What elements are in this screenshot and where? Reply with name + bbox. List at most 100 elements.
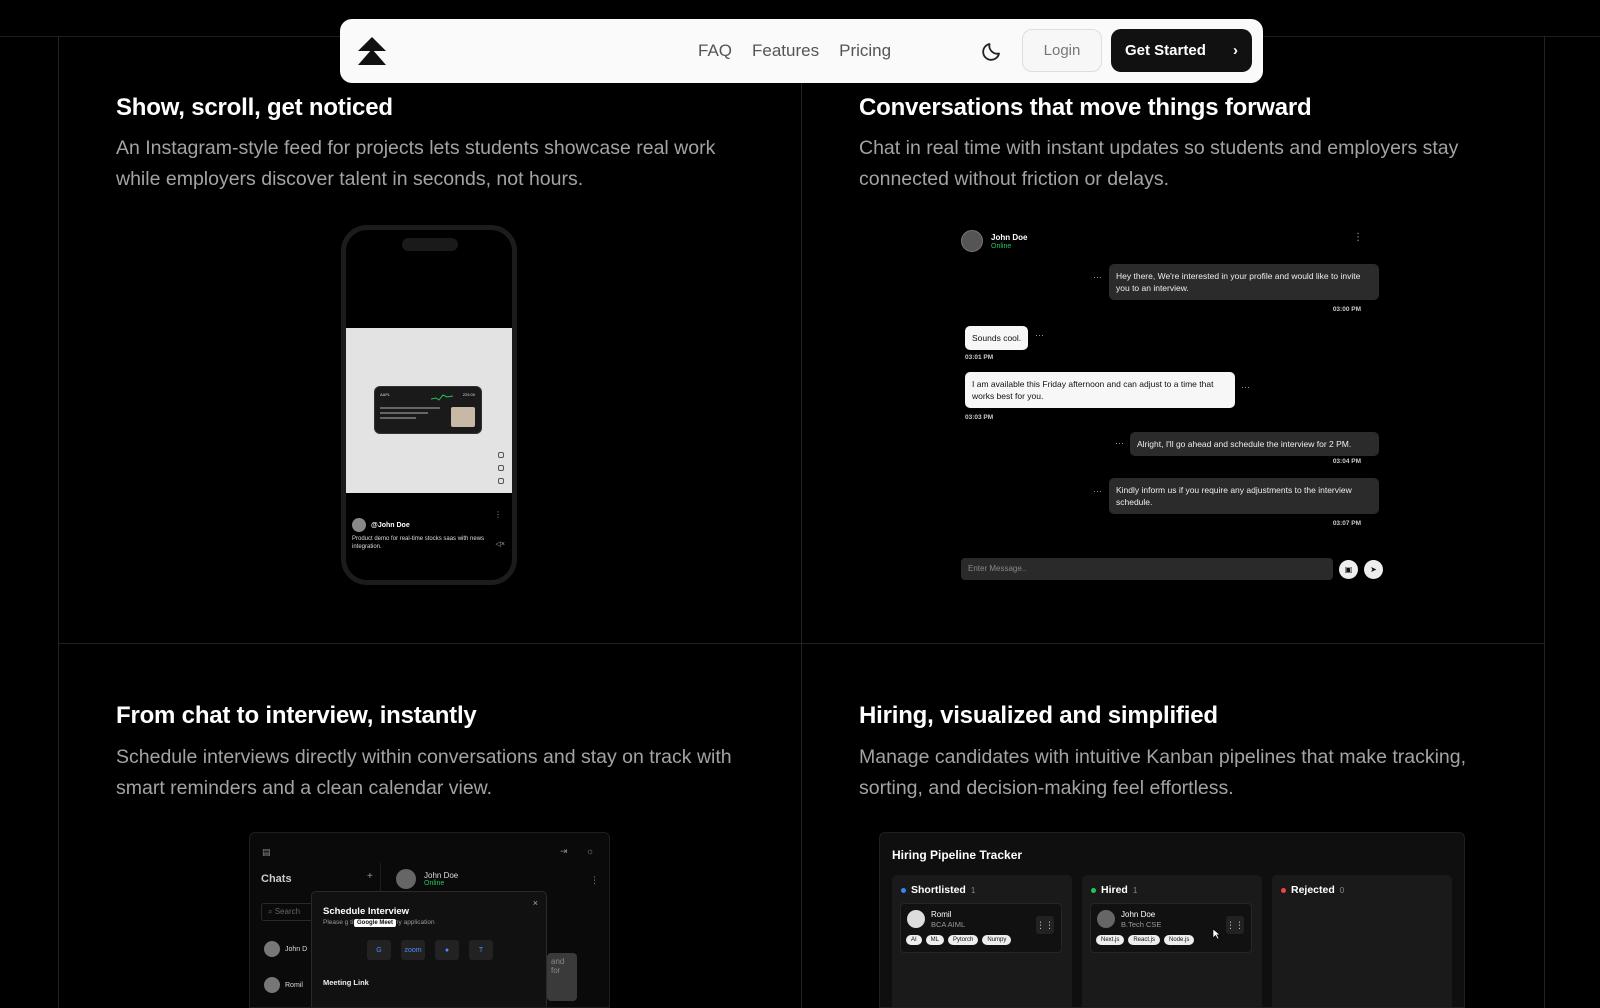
message-bubble: Sounds cool. — [965, 326, 1029, 350]
chats-heading: Chats — [261, 873, 292, 885]
chevron-right-icon: › — [1233, 42, 1238, 59]
chat-contact-name: John Doe — [991, 232, 1028, 242]
logo-icon[interactable] — [356, 35, 388, 67]
skill-tag: Node.js — [1164, 935, 1195, 945]
skill-tag: Next.js — [1096, 935, 1125, 945]
status-dot — [901, 887, 906, 893]
sparkline-icon — [431, 394, 453, 401]
status-dot — [1281, 887, 1286, 893]
avatar — [352, 518, 366, 532]
chat-contact-name: John Doe — [424, 871, 459, 880]
candidate-card[interactable]: John Doe B.Tech CSE ⋮⋮ Next.js React.js … — [1090, 903, 1252, 953]
mouse-pointer-icon — [1212, 928, 1221, 940]
get-started-button[interactable]: Get Started › — [1111, 29, 1252, 72]
search-placeholder: Search — [274, 907, 301, 916]
more-options-icon[interactable]: ⋮ — [494, 510, 502, 519]
kanban-column-rejected: Rejected 0 — [1272, 875, 1452, 1007]
send-icon[interactable]: ➤ — [1364, 560, 1383, 579]
message-options-icon[interactable]: ··· — [1093, 272, 1102, 282]
nav-link-pricing[interactable]: Pricing — [839, 41, 891, 61]
candidate-name: Romil — [931, 910, 952, 919]
drag-handle-icon[interactable]: ⋮⋮ — [1036, 916, 1054, 934]
skill-tag: React.js — [1128, 935, 1161, 945]
login-button[interactable]: Login — [1022, 29, 1102, 72]
card-text-lines — [380, 407, 440, 422]
column-header: Rejected 0 — [1281, 884, 1344, 896]
post-caption: Product demo for real-time stocks saas w… — [352, 536, 485, 550]
message-time: 03:00 PM — [1332, 306, 1361, 313]
candidate-degree: B.Tech CSE — [1121, 920, 1162, 929]
message-input[interactable]: Enter Message.. — [961, 558, 1333, 580]
chat-section-description: Chat in real time with instant updates s… — [859, 137, 1459, 190]
modal-title: Schedule Interview — [323, 906, 410, 917]
page: FAQ Features Pricing Login Get Started ›… — [0, 0, 1600, 1008]
chat-list-item[interactable]: Romil — [264, 977, 303, 993]
webex-icon[interactable]: ● — [435, 940, 459, 960]
more-options-icon[interactable]: ⋮ — [1353, 232, 1363, 243]
nav-link-features[interactable]: Features — [752, 41, 819, 61]
sidebar-toggle-icon[interactable]: ▤ — [262, 847, 271, 858]
candidate-name: John Doe — [1121, 910, 1156, 919]
message-bubble: and for — [547, 953, 577, 1001]
message-options-icon[interactable]: ··· — [1115, 438, 1124, 448]
chat-header: John Doe Online — [396, 869, 458, 889]
navbar: FAQ Features Pricing Login Get Started › — [340, 19, 1263, 83]
message-time: 03:04 PM — [1332, 458, 1361, 465]
feed-action-icons — [498, 452, 506, 491]
mute-icon[interactable]: ◁× — [496, 540, 505, 548]
skill-tags: AI ML Pytorch Numpy — [906, 935, 1015, 945]
column-count: 1 — [1132, 885, 1138, 895]
column-name: Shortlisted — [911, 884, 966, 896]
app-tooltip: Google Meet — [354, 919, 397, 927]
new-chat-icon[interactable]: + — [367, 871, 373, 882]
skill-tag: Numpy — [982, 935, 1012, 945]
avatar — [264, 977, 280, 993]
attach-icon[interactable]: ▣ — [1339, 560, 1358, 579]
message-options-icon[interactable]: ··· — [1035, 330, 1044, 340]
message-bubble: Hey there, We're interested in your prof… — [1109, 264, 1379, 300]
get-started-label: Get Started — [1125, 42, 1206, 59]
avatar — [1097, 910, 1115, 928]
column-header: Hired 1 — [1091, 884, 1137, 896]
chat-list-item[interactable]: John D — [264, 941, 307, 957]
google-meet-icon[interactable]: G — [367, 940, 391, 960]
feed-section-description: An Instagram-style feed for projects let… — [116, 137, 716, 190]
message-bubble: Alright, I'll go ahead and schedule the … — [1130, 432, 1379, 456]
avatar — [396, 869, 416, 889]
message-options-icon[interactable]: ··· — [1093, 486, 1102, 496]
grid-line-middle — [58, 643, 1544, 644]
more-options-icon[interactable]: ⋮ — [590, 875, 599, 886]
phone-mockup: AAPL 229.00 ⋮ @John Doe Product demo for… — [341, 225, 517, 585]
theme-toggle-moon-icon[interactable] — [980, 39, 1004, 63]
like-icon[interactable] — [498, 452, 504, 458]
logout-icon[interactable]: ⇥ — [560, 846, 568, 857]
chat-contact-status: Online — [991, 242, 1012, 250]
post-username: @John Doe — [371, 521, 410, 529]
sun-icon[interactable]: ☼ — [586, 846, 594, 856]
share-icon[interactable] — [498, 478, 504, 484]
comment-icon[interactable] — [498, 465, 504, 471]
close-icon[interactable]: × — [533, 898, 538, 908]
grid-line-center — [801, 36, 802, 1008]
zoom-icon[interactable]: zoom — [401, 940, 425, 960]
skill-tag: AI — [906, 935, 922, 945]
meeting-app-options: G zoom ● T — [367, 940, 503, 960]
message-time: 03:01 PM — [965, 354, 994, 361]
schedule-demo: ▤ ⇥ ☼ Chats + ⌕ Search John D Romil John… — [249, 832, 610, 1008]
chat-demo: John Doe Online ⋮ ··· Hey there, We're i… — [955, 226, 1385, 586]
status-dot — [1091, 887, 1096, 893]
message-time: 03:03 PM — [965, 414, 994, 421]
message-options-icon[interactable]: ··· — [1241, 382, 1250, 392]
candidate-card[interactable]: Romil BCA AIML ⋮⋮ AI ML Pytorch Numpy — [900, 903, 1062, 953]
avatar — [264, 941, 280, 957]
teams-icon[interactable]: T — [469, 940, 493, 960]
schedule-interview-modal: Schedule Interview Please g ting link us… — [311, 891, 547, 1007]
nav-link-faq[interactable]: FAQ — [698, 41, 732, 61]
grid-line-left — [58, 36, 59, 1008]
kanban-section-description: Manage candidates with intuitive Kanban … — [859, 746, 1467, 799]
column-count: 1 — [970, 885, 976, 895]
kanban-demo: Hiring Pipeline Tracker Shortlisted 1 Ro… — [879, 832, 1465, 1008]
drag-handle-icon[interactable]: ⋮⋮ — [1226, 916, 1244, 934]
post-author[interactable]: @John Doe — [352, 518, 410, 532]
project-preview-card: AAPL 229.00 — [374, 386, 482, 434]
